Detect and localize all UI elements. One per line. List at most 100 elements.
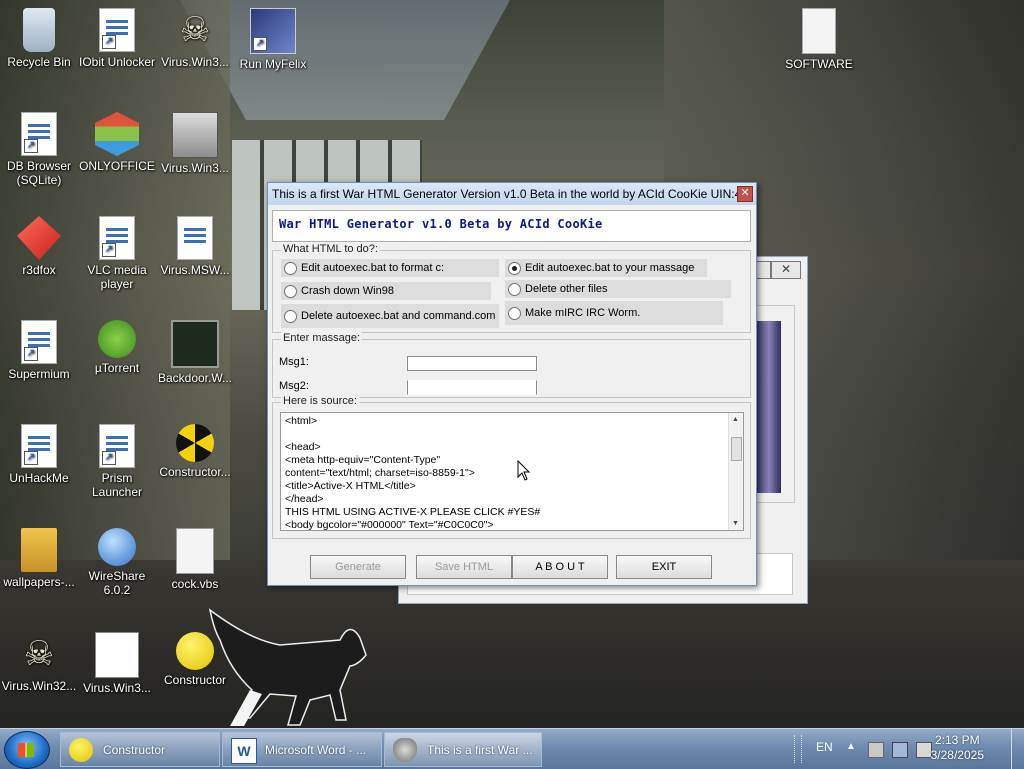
desktop-icon-supermium[interactable]: ↗ Supermium	[0, 320, 78, 381]
taskbar-item-label: Constructor	[103, 743, 166, 757]
desktop-icon-virus-win32[interactable]: ☠ Virus.Win32...	[0, 632, 78, 693]
document-icon	[177, 216, 213, 260]
application-icon: ↗	[21, 320, 57, 364]
desktop-icon-label: WireShare 6.0.2	[88, 569, 146, 597]
msg1-label: Msg1:	[279, 356, 309, 368]
desktop-icon-virus-1[interactable]: ☠ Virus.Win3...	[156, 8, 234, 69]
close-button[interactable]: ✕	[737, 186, 753, 202]
desktop-icon-label: Prism Launcher	[91, 471, 143, 499]
enter-massage-group: Enter massage: Msg1: Msg2:	[272, 332, 751, 398]
scroll-down-icon[interactable]: ▼	[732, 520, 739, 527]
action-center-icon[interactable]	[868, 742, 884, 758]
desktop-icon-label: SOFTWARE	[785, 57, 853, 71]
desktop-icon-label: Virus.Win3...	[161, 55, 229, 69]
option-format-c[interactable]: Edit autoexec.bat to format c:	[281, 259, 499, 277]
desktop-icon-label: cock.vbs	[171, 577, 219, 591]
taskbar-item-constructor[interactable]: Constructor	[60, 732, 220, 767]
source-textarea[interactable]: <html> <head> <meta http-equiv="Content-…	[280, 412, 744, 531]
desktop-icon-prism-launcher[interactable]: ↗ Prism Launcher	[78, 424, 156, 499]
msg1-field[interactable]	[407, 356, 537, 371]
radio-button[interactable]	[284, 285, 297, 298]
globe-icon	[98, 528, 136, 566]
desktop-icon-wireshare[interactable]: WireShare 6.0.2	[78, 528, 156, 597]
desktop-icon-db-browser[interactable]: ↗ DB Browser (SQLite)	[0, 112, 78, 187]
desktop-icon-iobit-unlocker[interactable]: ↗ IObit Unlocker	[78, 8, 156, 69]
desktop-icon-label: Recycle Bin	[7, 55, 71, 69]
radio-button[interactable]	[284, 262, 297, 275]
msg2-field[interactable]	[407, 380, 537, 395]
volume-muted-icon[interactable]	[916, 742, 932, 758]
network-icon[interactable]	[892, 742, 908, 758]
minimize-button[interactable]	[755, 261, 771, 279]
radio-button[interactable]	[508, 283, 521, 296]
file-icon	[802, 8, 836, 54]
desktop-icon-virus-2[interactable]: Virus.Win3...	[156, 112, 234, 175]
scroll-up-icon[interactable]: ▲	[732, 416, 739, 423]
desktop-icon-recycle-bin[interactable]: Recycle Bin	[0, 8, 78, 69]
scroll-thumb[interactable]	[731, 437, 742, 461]
vertical-scrollbar[interactable]: ▲ ▼	[728, 413, 743, 530]
desktop-icon-backdoor[interactable]: Backdoor.W...	[156, 320, 234, 385]
desktop-icon-label: DB Browser (SQLite)	[6, 159, 71, 187]
oscilloscope-icon	[171, 320, 219, 368]
option-delete-autoexec[interactable]: Delete autoexec.bat and command.com	[281, 304, 499, 328]
felix-icon: ↗	[250, 8, 296, 54]
tray-grip[interactable]	[794, 735, 802, 763]
option-delete-files[interactable]: Delete other files	[505, 280, 731, 298]
exit-button[interactable]: EXIT	[616, 555, 712, 579]
desktop-icon-label: Virus.Win3...	[83, 681, 151, 695]
what-html-group: What HTML to do?: Edit autoexec.bat to f…	[272, 243, 751, 333]
title-bar[interactable]: This is a first War HTML Generator Versi…	[268, 183, 756, 205]
desktop-icon-run-myfelix[interactable]: ↗ Run MyFelix	[234, 8, 312, 71]
language-indicator[interactable]: EN	[816, 740, 833, 754]
r3dfox-icon	[17, 216, 61, 260]
save-html-button[interactable]: Save HTML	[416, 555, 512, 579]
desktop-icon-constructor-1[interactable]: Constructor...	[156, 424, 234, 479]
desktop-icon-virus-win3[interactable]: Virus.Win3...	[78, 632, 156, 695]
taskbar: Constructor W Microsoft Word - ... This …	[0, 728, 1024, 769]
radio-button[interactable]	[284, 310, 297, 323]
application-icon: ↗	[21, 112, 57, 156]
option-your-massage[interactable]: Edit autoexec.bat to your massage	[505, 259, 707, 277]
start-button[interactable]	[4, 731, 50, 769]
desktop-icon-virus-msw[interactable]: Virus.MSW...	[156, 216, 234, 277]
option-label: Make mIRC IRC Worm.	[525, 307, 641, 319]
generate-button[interactable]: Generate	[310, 555, 406, 579]
desktop-icon-label: VLC media player	[87, 263, 147, 291]
desktop-icon-utorrent[interactable]: µTorrent	[78, 320, 156, 375]
desktop-icon-cock-vbs[interactable]: cock.vbs	[156, 528, 234, 591]
computer-icon	[172, 112, 218, 158]
option-label: Delete other files	[525, 283, 608, 295]
war-html-generator-dialog: This is a first War HTML Generator Versi…	[267, 182, 757, 586]
radio-button-selected[interactable]	[508, 262, 521, 275]
window-title: This is a first War HTML Generator Versi…	[272, 187, 752, 201]
show-desktop-button[interactable]	[1011, 729, 1024, 769]
desktop-icon-wallpapers[interactable]: wallpapers-...	[0, 528, 78, 589]
skull-icon: ☠	[23, 635, 55, 673]
script-icon	[176, 528, 214, 574]
group-label: Here is source:	[281, 395, 359, 407]
desktop-icon-label: Run MyFelix	[239, 57, 307, 71]
desktop-icon-label: Virus.Win3...	[161, 161, 229, 175]
show-hidden-icons-icon[interactable]: ▲	[846, 741, 856, 752]
taskbar-item-war-html[interactable]: This is a first War ...	[384, 732, 542, 767]
clock[interactable]: 2:13 PM 3/28/2025	[931, 733, 984, 763]
clock-date: 3/28/2025	[930, 748, 984, 762]
desktop-icon-label: wallpapers-...	[3, 575, 75, 589]
option-mirc-worm[interactable]: Make mIRC IRC Worm.	[505, 301, 723, 325]
smiley-icon	[69, 738, 93, 762]
desktop-icon-software[interactable]: SOFTWARE	[780, 8, 858, 71]
close-button[interactable]: ✕	[771, 261, 801, 279]
desktop-icon-label: µTorrent	[94, 361, 140, 375]
desktop-icon-r3dfox[interactable]: r3dfox	[0, 216, 78, 277]
desktop-icon-vlc[interactable]: ↗ VLC media player	[78, 216, 156, 291]
taskbar-item-word[interactable]: W Microsoft Word - ...	[222, 732, 382, 767]
group-label: What HTML to do?:	[281, 243, 380, 255]
recycle-bin-icon	[23, 8, 55, 52]
desktop-icon-unhackme[interactable]: ↗ UnHackMe	[0, 424, 78, 485]
desktop-icon-onlyoffice[interactable]: ONLYOFFICE	[78, 112, 156, 173]
radio-button[interactable]	[508, 307, 521, 320]
option-crash-win98[interactable]: Crash down Win98	[281, 282, 491, 300]
banner-text: War HTML Generator v1.0 Beta by ACId Coo…	[279, 217, 603, 231]
about-button[interactable]: A B O U T	[512, 555, 608, 579]
